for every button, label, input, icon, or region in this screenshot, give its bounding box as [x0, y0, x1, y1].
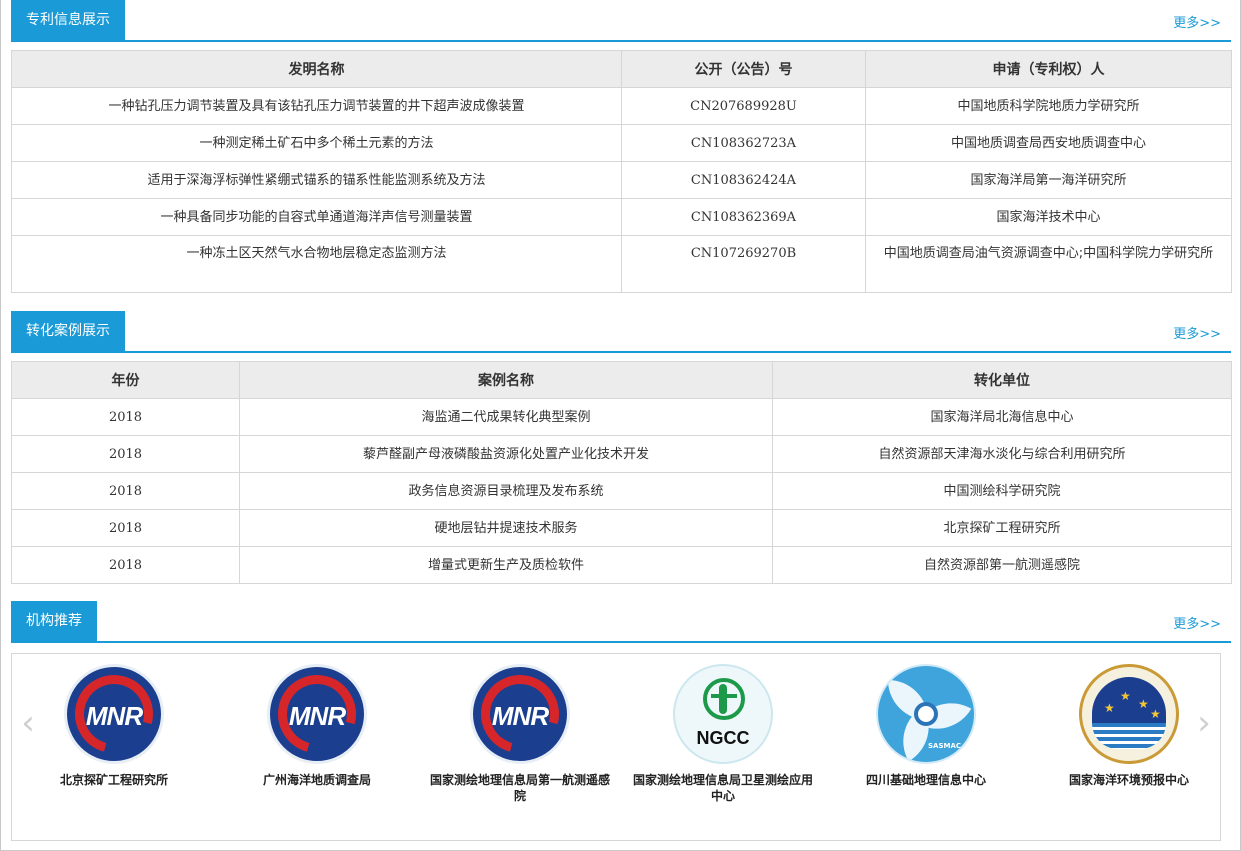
case-year: 2018 [11, 509, 240, 547]
patent-number: CN108362723A [621, 124, 866, 162]
patent-applicant: 中国地质科学院地质力学研究所 [865, 87, 1232, 125]
case-name[interactable]: 政务信息资源目录梳理及发布系统 [239, 472, 773, 510]
org-section-title: 机构推荐 [11, 601, 97, 642]
patent-number: CN108362369A [621, 198, 866, 236]
case-section-header: 转化案例展示 更多>> [11, 311, 1231, 353]
case-unit: 中国测绘科学研究院 [772, 472, 1232, 510]
table-row[interactable]: 2018 增量式更新生产及质检软件 自然资源部第一航测遥感院 [11, 546, 1232, 584]
org-name: 广州海洋地质调查局 [262, 773, 371, 787]
column-header: 公开（公告）号 [621, 50, 866, 88]
column-header: 申请（专利权）人 [865, 50, 1232, 88]
case-unit: 国家海洋局北海信息中心 [772, 398, 1232, 436]
case-year: 2018 [11, 472, 240, 510]
org-name: 北京探矿工程研究所 [59, 773, 168, 787]
case-name[interactable]: 增量式更新生产及质检软件 [239, 546, 773, 584]
case-unit: 自然资源部第一航测遥感院 [772, 546, 1232, 584]
case-table: 年份 案例名称 转化单位 2018 海监通二代成果转化典型案例 国家海洋局北海信… [11, 361, 1232, 584]
case-year: 2018 [11, 435, 240, 473]
patent-section-header: 专利信息展示 更多>> [11, 0, 1231, 42]
case-section: 转化案例展示 更多>> 年份 案例名称 转化单位 2018 海监通二代成果转化典… [11, 311, 1232, 584]
column-header: 年份 [11, 361, 240, 399]
patent-section-title: 专利信息展示 [11, 0, 125, 41]
case-unit: 北京探矿工程研究所 [772, 509, 1232, 547]
case-section-title: 转化案例展示 [11, 311, 125, 352]
org-card[interactable]: MNR 广州海洋地质调查局 [222, 664, 412, 788]
patent-section: 专利信息展示 更多>> 发明名称 公开（公告）号 申请（专利权）人 一种钻孔压力… [11, 0, 1232, 293]
org-name: 国家测绘地理信息局第一航测遥感院 [429, 773, 610, 803]
case-year: 2018 [11, 398, 240, 436]
patent-number: CN207689928U [621, 87, 866, 125]
chevron-right-icon[interactable]: › [1193, 706, 1215, 740]
patent-applicant: 中国地质调查局西安地质调查中心 [865, 124, 1232, 162]
sasmac-logo-icon: SASMAC [876, 664, 976, 764]
patent-name[interactable]: 一种冻土区天然气水合物地层稳定态监测方法 [11, 235, 622, 293]
patent-name[interactable]: 一种测定稀土矿石中多个稀土元素的方法 [11, 124, 622, 162]
ngcc-logo-icon: NGCC [673, 664, 773, 764]
patent-number: CN107269270B [621, 235, 866, 293]
org-name: 国家测绘地理信息局卫星测绘应用中心 [632, 773, 813, 803]
table-header-row: 发明名称 公开（公告）号 申请（专利权）人 [11, 50, 1232, 88]
org-card[interactable]: MNR 国家测绘地理信息局第一航测遥感院 [425, 664, 615, 804]
org-section-header: 机构推荐 更多>> [11, 601, 1231, 643]
patent-applicant: 中国地质调查局油气资源调查中心;中国科学院力学研究所 [865, 235, 1232, 293]
org-card[interactable]: MNR 北京探矿工程研究所 [19, 664, 209, 788]
column-header: 发明名称 [11, 50, 622, 88]
patent-number: CN108362424A [621, 161, 866, 199]
column-header: 转化单位 [772, 361, 1232, 399]
case-name[interactable]: 硬地层钻井提速技术服务 [239, 509, 773, 547]
mnr-logo-icon: MNR [64, 664, 164, 764]
patent-applicant: 国家海洋技术中心 [865, 198, 1232, 236]
org-more-link[interactable]: 更多>> [1173, 613, 1221, 632]
patent-applicant: 国家海洋局第一海洋研究所 [865, 161, 1232, 199]
org-card[interactable]: NGCC 国家测绘地理信息局卫星测绘应用中心 [628, 664, 818, 804]
patent-table: 发明名称 公开（公告）号 申请（专利权）人 一种钻孔压力调节装置及具有该钻孔压力… [11, 50, 1232, 293]
table-row[interactable]: 一种冻土区天然气水合物地层稳定态监测方法 CN107269270B 中国地质调查… [11, 235, 1232, 293]
soa-logo-icon: ★ ★ ★ ★ [1079, 664, 1179, 764]
case-more-link[interactable]: 更多>> [1173, 323, 1221, 342]
org-name: 四川基础地理信息中心 [865, 773, 986, 787]
table-row[interactable]: 2018 海监通二代成果转化典型案例 国家海洋局北海信息中心 [11, 398, 1232, 436]
mnr-logo-icon: MNR [470, 664, 570, 764]
case-year: 2018 [11, 546, 240, 584]
org-card[interactable]: SASMAC 四川基础地理信息中心 [831, 664, 1021, 788]
table-row[interactable]: 适用于深海浮标弹性紧绷式锚系的锚系性能监测系统及方法 CN108362424A … [11, 161, 1232, 199]
patent-name[interactable]: 一种钻孔压力调节装置及具有该钻孔压力调节装置的井下超声波成像装置 [11, 87, 622, 125]
table-row[interactable]: 2018 政务信息资源目录梳理及发布系统 中国测绘科学研究院 [11, 472, 1232, 510]
patent-name[interactable]: 一种具备同步功能的自容式单通道海洋声信号测量装置 [11, 198, 622, 236]
table-header-row: 年份 案例名称 转化单位 [11, 361, 1232, 399]
org-carousel: ‹ MNR 北京探矿工程研究所 MNR 广州海洋地质调查局 MNR 国家测绘地理… [11, 653, 1221, 841]
case-name[interactable]: 藜芦醛副产母液磷酸盐资源化处置产业化技术开发 [239, 435, 773, 473]
patent-name[interactable]: 适用于深海浮标弹性紧绷式锚系的锚系性能监测系统及方法 [11, 161, 622, 199]
table-row[interactable]: 一种钻孔压力调节装置及具有该钻孔压力调节装置的井下超声波成像装置 CN20768… [11, 87, 1232, 125]
column-header: 案例名称 [239, 361, 773, 399]
case-name[interactable]: 海监通二代成果转化典型案例 [239, 398, 773, 436]
table-row[interactable]: 2018 硬地层钻井提速技术服务 北京探矿工程研究所 [11, 509, 1232, 547]
table-row[interactable]: 一种具备同步功能的自容式单通道海洋声信号测量装置 CN108362369A 国家… [11, 198, 1232, 236]
table-row[interactable]: 2018 藜芦醛副产母液磷酸盐资源化处置产业化技术开发 自然资源部天津海水淡化与… [11, 435, 1232, 473]
case-unit: 自然资源部天津海水淡化与综合利用研究所 [772, 435, 1232, 473]
table-row[interactable]: 一种测定稀土矿石中多个稀土元素的方法 CN108362723A 中国地质调查局西… [11, 124, 1232, 162]
org-section: 机构推荐 更多>> ‹ MNR 北京探矿工程研究所 MNR 广州海洋地质调查局 … [11, 601, 1231, 841]
mnr-logo-icon: MNR [267, 664, 367, 764]
org-name: 国家海洋环境预报中心 [1068, 773, 1189, 787]
patent-more-link[interactable]: 更多>> [1173, 12, 1221, 31]
